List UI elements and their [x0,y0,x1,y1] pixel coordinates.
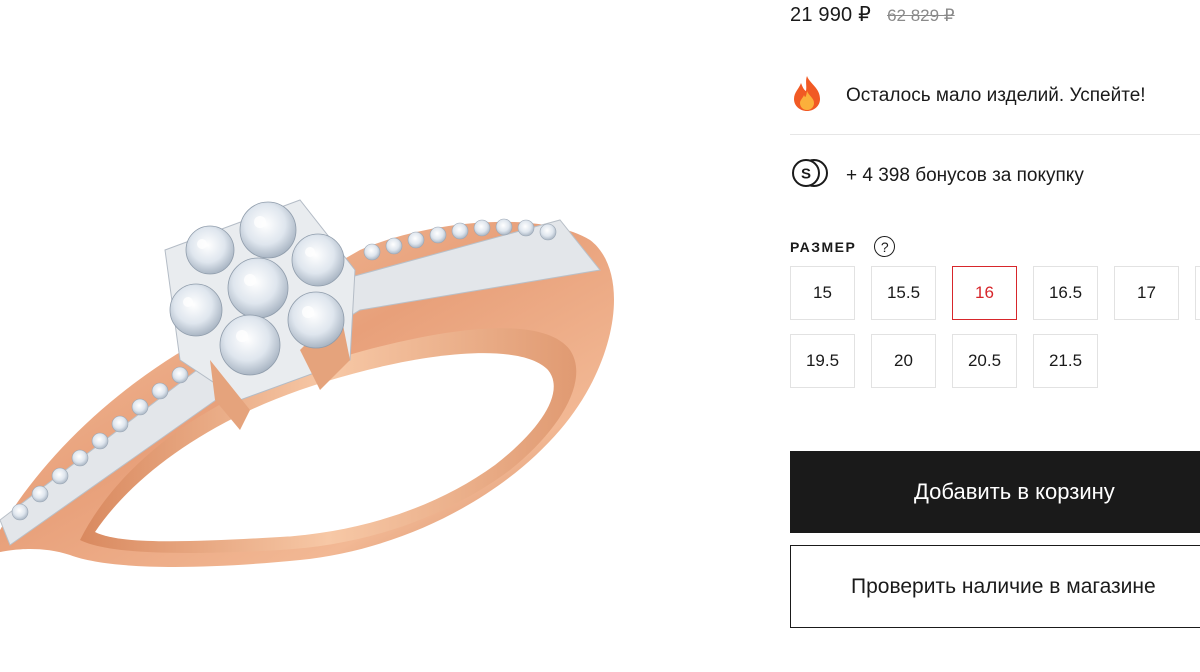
size-option-partial[interactable] [1195,266,1200,320]
svg-text:S: S [801,166,811,183]
product-image [0,160,640,580]
size-option[interactable]: 20.5 [952,334,1017,388]
size-options: 15 15.5 16 16.5 17 19.5 20 20.5 21.5 [790,266,1200,390]
size-header: РАЗМЕР ? [790,236,896,257]
old-price: 62 829 ₽ [887,6,955,25]
check-store-availability-button[interactable]: Проверить наличие в магазине [790,545,1200,628]
low-stock-notice: Осталось мало изделий. Успейте! [790,74,1146,117]
size-option[interactable]: 19.5 [790,334,855,388]
size-label: РАЗМЕР [790,238,857,255]
size-option[interactable]: 20 [871,334,936,388]
add-to-cart-button[interactable]: Добавить в корзину [790,451,1200,533]
fire-icon [790,74,824,117]
section-divider [790,134,1200,135]
current-price: 21 990 ₽ [790,4,872,26]
size-option[interactable]: 16.5 [1033,266,1098,320]
size-option[interactable]: 17 [1114,266,1179,320]
size-option[interactable]: 21.5 [1033,334,1098,388]
size-help-icon[interactable]: ? [874,236,896,257]
size-option-selected[interactable]: 16 [952,266,1017,320]
price-row: 21 990 ₽ 62 829 ₽ [790,2,955,27]
bonus-text: + 4 398 бонусов за покупку [846,164,1084,186]
bonus-info: S + 4 398 бонусов за покупку [790,157,1084,194]
size-option[interactable]: 15.5 [871,266,936,320]
low-stock-text: Осталось мало изделий. Успейте! [846,84,1146,106]
bonus-coin-icon: S [790,157,830,194]
diamond-ring-image [0,199,614,567]
size-option[interactable]: 15 [790,266,855,320]
